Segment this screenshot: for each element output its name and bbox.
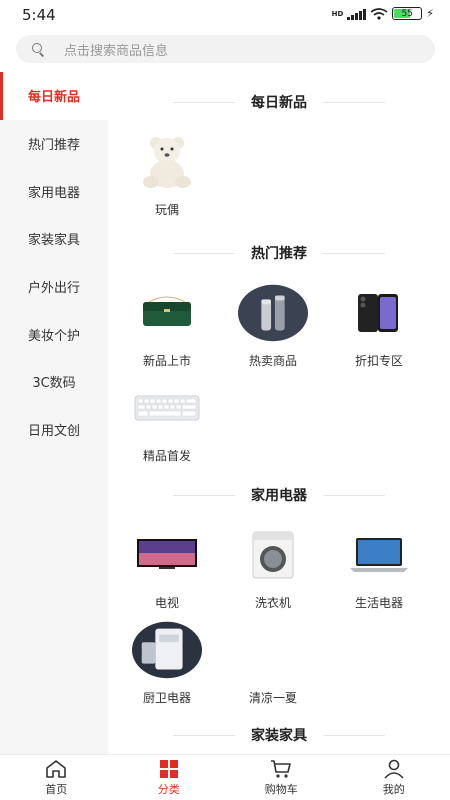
category-label: 清凉一夏 <box>248 691 297 705</box>
product-grid: 玩偶 <box>108 132 450 227</box>
teddy-bear-icon <box>132 132 202 192</box>
section-title-text: 热门推荐 <box>251 246 307 262</box>
bottom-nav: 首页 分类 购物车 我的 <box>0 754 450 800</box>
status-bar: 5:44 HD 55 ⚡ <box>0 0 450 28</box>
category-cell[interactable]: 厨卫电器 <box>114 620 220 715</box>
sidebar-item-daily-creative[interactable]: 日用文创 <box>0 406 108 454</box>
nav-cart[interactable]: 购物车 <box>225 755 338 800</box>
sidebar-item-furniture[interactable]: 家装家具 <box>0 215 108 263</box>
category-label: 玩偶 <box>154 203 179 217</box>
nav-mine[interactable]: 我的 <box>338 755 450 800</box>
category-label: 新品上市 <box>142 354 191 368</box>
charging-icon: ⚡ <box>426 7 434 20</box>
category-label: 折扣专区 <box>354 354 403 368</box>
product-grid: 新品上市 热卖商品 折扣专区 精品首发 <box>108 283 450 473</box>
category-label: 电视 <box>154 596 179 610</box>
nav-label: 分类 <box>157 782 180 796</box>
category-label: 精品首发 <box>142 449 191 463</box>
home-icon <box>45 759 67 779</box>
sidebar-item-daily-new[interactable]: 每日新品 <box>0 72 108 120</box>
category-label: 热卖商品 <box>248 354 297 368</box>
category-cell[interactable]: 洗衣机 <box>220 525 326 620</box>
signal-icon <box>347 8 367 20</box>
sidebar-item-3c-digital[interactable]: 3C数码 <box>0 358 108 406</box>
search-bar[interactable]: 点击搜索商品信息 <box>16 35 435 63</box>
section-title: 热门推荐 <box>108 223 450 283</box>
category-label: 厨卫电器 <box>142 691 191 705</box>
category-cell[interactable]: 折扣专区 <box>326 283 432 378</box>
keyboard-icon <box>132 378 202 438</box>
category-cell[interactable]: 电视 <box>114 525 220 620</box>
section-title-text: 每日新品 <box>251 95 307 111</box>
sidebar-item-beauty[interactable]: 美妆个护 <box>0 310 108 358</box>
section-title: 家用电器 <box>108 465 450 525</box>
category-content: 每日新品 玩偶 热门推荐 新品上市 热卖商品 折扣专区 精品首发 家用电器 电视… <box>108 72 450 754</box>
category-label: 生活电器 <box>354 596 403 610</box>
sidebar-item-outdoor[interactable]: 户外出行 <box>0 263 108 311</box>
smartphone-icon <box>344 283 414 343</box>
sidebar-item-appliances[interactable]: 家用电器 <box>0 167 108 215</box>
category-cell[interactable]: 热卖商品 <box>220 283 326 378</box>
green-handbag-icon <box>132 283 202 343</box>
category-cell[interactable]: 新品上市 <box>114 283 220 378</box>
section-title: 家装家具 <box>108 705 450 754</box>
category-cell[interactable]: 精品首发 <box>114 378 220 473</box>
section-title-text: 家装家具 <box>251 728 307 744</box>
category-label: 洗衣机 <box>254 596 291 610</box>
nav-label: 购物车 <box>264 782 298 796</box>
category-cell[interactable]: 生活电器 <box>326 525 432 620</box>
search-placeholder[interactable]: 点击搜索商品信息 <box>64 40 168 59</box>
empty-thumbnail <box>238 620 308 680</box>
washing-machine-icon <box>238 525 308 585</box>
status-time: 5:44 <box>22 6 56 24</box>
battery-level: 55 <box>401 8 413 19</box>
search-icon <box>32 42 45 57</box>
wifi-icon <box>370 7 388 20</box>
status-icons: HD 55 ⚡ <box>332 7 434 20</box>
nav-home[interactable]: 首页 <box>0 755 113 800</box>
product-grid: 电视 洗衣机 生活电器 厨卫电器 清凉一夏 <box>108 525 450 715</box>
category-sidebar: 每日新品 热门推荐 家用电器 家装家具 户外出行 美妆个护 3C数码 日用文创 <box>0 72 108 754</box>
nav-label: 我的 <box>382 782 405 796</box>
television-icon <box>132 525 202 585</box>
thermos-bottles-icon <box>238 283 308 343</box>
section-title-text: 家用电器 <box>251 488 307 504</box>
category-icon <box>158 759 180 779</box>
section-title: 每日新品 <box>108 72 450 132</box>
cart-icon <box>270 759 292 779</box>
user-icon <box>383 759 405 779</box>
nav-label: 首页 <box>45 782 68 796</box>
nav-category[interactable]: 分类 <box>113 755 226 800</box>
battery-icon: 55 <box>392 7 423 20</box>
category-cell[interactable]: 清凉一夏 <box>220 620 326 715</box>
water-heater-icon <box>132 620 202 680</box>
category-cell[interactable]: 玩偶 <box>114 132 220 227</box>
network-type: HD <box>331 9 344 18</box>
sidebar-item-hot[interactable]: 热门推荐 <box>0 120 108 168</box>
laptop-icon <box>344 525 414 585</box>
